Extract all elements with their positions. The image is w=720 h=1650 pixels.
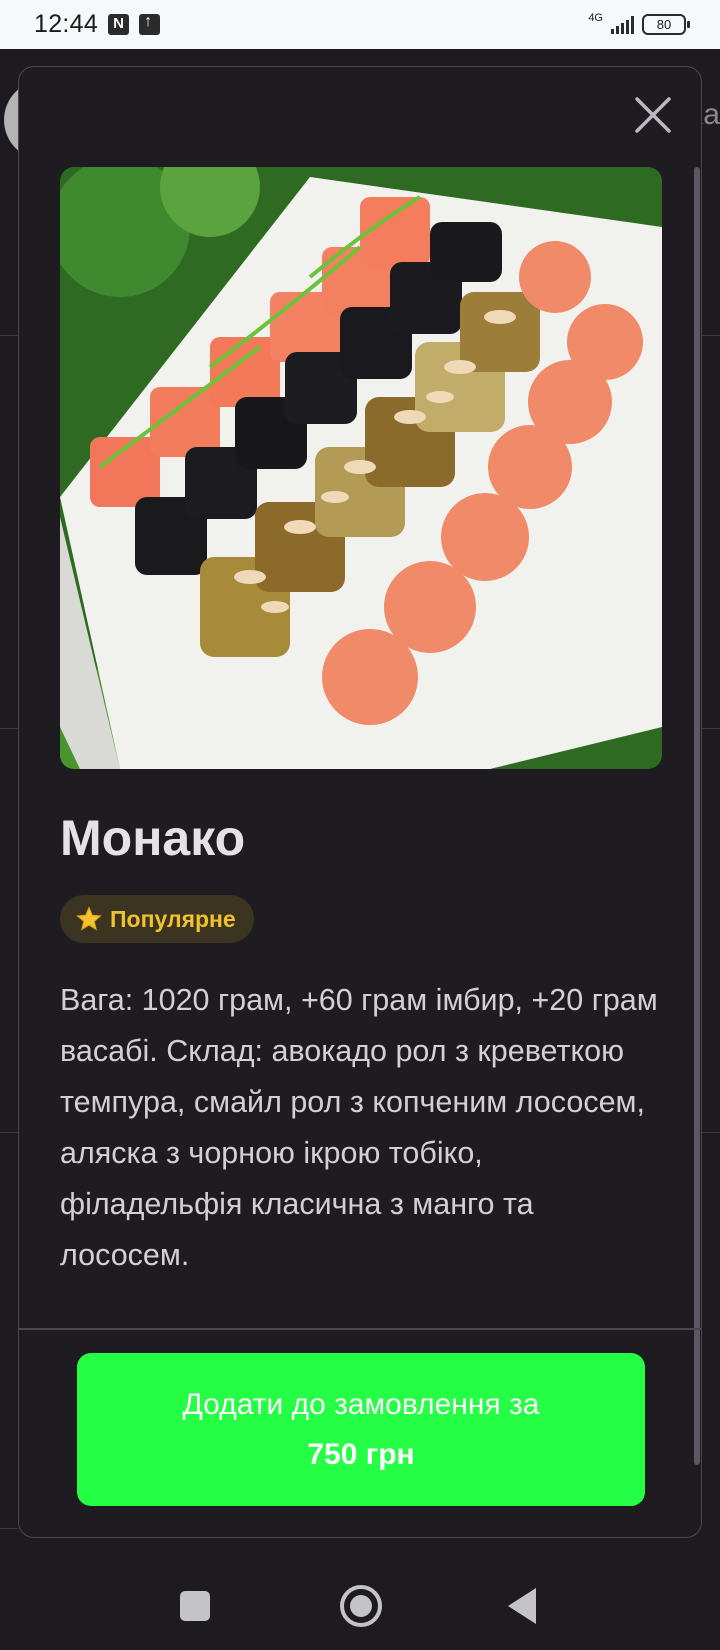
background-divider xyxy=(0,1132,18,1133)
popular-badge: Популярне xyxy=(60,895,254,943)
status-time: 12:44 xyxy=(34,10,99,38)
product-description: Вага: 1020 грам, +60 грам імбир, +20 гра… xyxy=(60,983,658,1272)
background-divider xyxy=(702,1132,720,1133)
network-type: 4G xyxy=(588,11,603,24)
background-divider xyxy=(0,728,18,729)
upload-icon xyxy=(139,13,161,35)
product-title: Монако xyxy=(60,810,246,866)
signal-icon xyxy=(611,15,634,34)
product-modal: Монако Популярне Вага: 1020 грам, +60 гр… xyxy=(18,66,702,1538)
sushi-photo xyxy=(60,167,662,769)
add-button-label: Додати до замовлення за xyxy=(182,1387,540,1421)
background-divider xyxy=(0,335,18,336)
home-icon[interactable] xyxy=(340,1585,382,1627)
battery-icon: 80 xyxy=(642,14,690,35)
back-icon[interactable] xyxy=(508,1588,536,1624)
battery-level: 80 xyxy=(656,17,672,32)
status-bar: 12:44 4G 80 xyxy=(0,0,720,49)
add-button-price: 750 грн xyxy=(307,1437,415,1471)
footer-divider xyxy=(19,1328,701,1330)
background-divider xyxy=(702,728,720,729)
status-notification-icons xyxy=(108,13,161,35)
status-system-icons: 4G 80 xyxy=(588,11,690,35)
background-divider xyxy=(702,335,720,336)
star-icon xyxy=(76,906,102,931)
navigation-bar xyxy=(0,1540,720,1650)
background-divider xyxy=(0,1528,18,1529)
product-image xyxy=(60,167,662,769)
close-icon xyxy=(635,97,671,133)
add-to-order-button[interactable]: Додати до замовлення за 750 грн xyxy=(77,1353,645,1506)
nfc-icon xyxy=(108,14,130,35)
modal-scrollbar[interactable] xyxy=(694,167,700,1465)
close-button[interactable] xyxy=(631,93,675,137)
recent-apps-icon[interactable] xyxy=(180,1591,210,1621)
badge-label: Популярне xyxy=(110,905,236,932)
